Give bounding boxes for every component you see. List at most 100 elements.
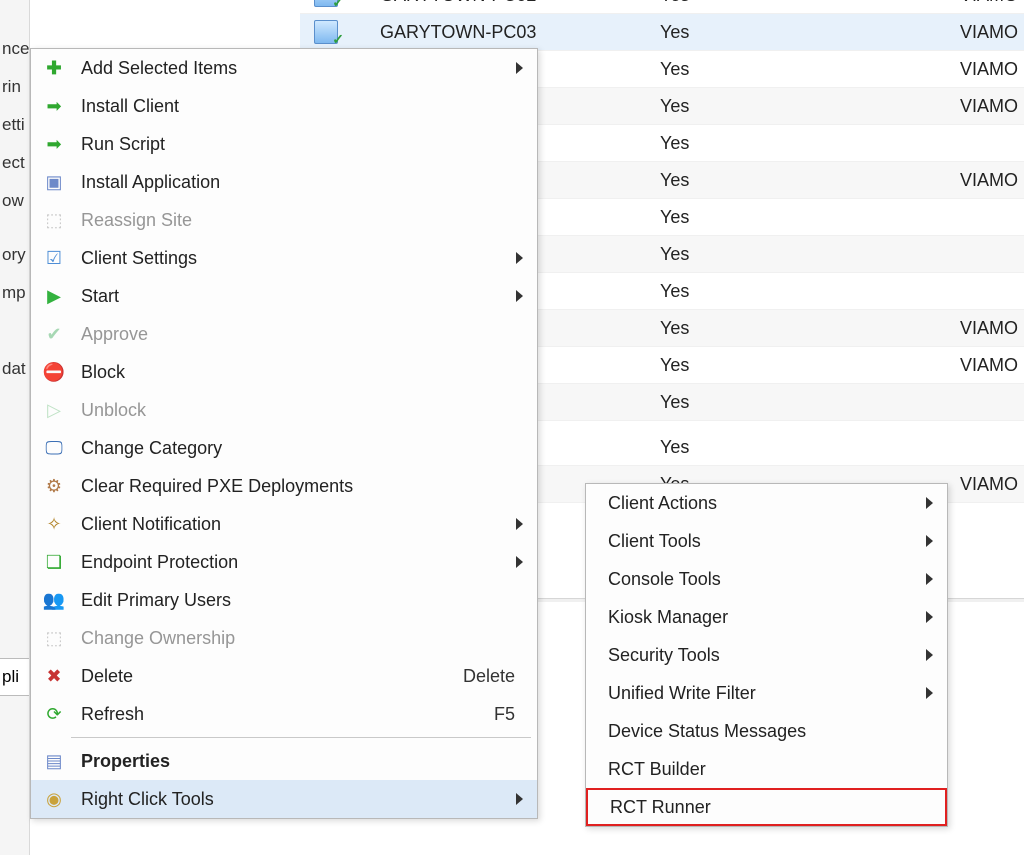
menu-item-right-click-tools[interactable]: ◉ Right Click Tools bbox=[31, 780, 537, 818]
menu-item-label: Client Notification bbox=[81, 514, 516, 535]
menu-item-label: Unblock bbox=[81, 400, 523, 421]
reassign-icon: ⬚ bbox=[41, 207, 67, 233]
menu-item-label: Endpoint Protection bbox=[81, 552, 516, 573]
menu-item-label: Change Category bbox=[81, 438, 523, 459]
menu-item-approve: ✔Approve bbox=[31, 315, 537, 353]
tree-item[interactable]: ect bbox=[0, 144, 29, 182]
shield-icon: ❏ bbox=[41, 549, 67, 575]
prop-icon: ▤ bbox=[41, 748, 67, 774]
context-menu[interactable]: ✚ Add Selected Items ➡ Install Client ➡Run S… bbox=[30, 48, 538, 819]
tree-item[interactable] bbox=[0, 312, 29, 350]
device-user: VIAMO bbox=[960, 22, 1024, 43]
pxe-icon: ⚙ bbox=[41, 473, 67, 499]
device-client: Yes bbox=[660, 392, 960, 413]
menu-item-label: Start bbox=[81, 286, 516, 307]
tree-item[interactable]: ow bbox=[0, 182, 29, 220]
menu-item-run-script[interactable]: ➡Run Script bbox=[31, 125, 537, 163]
device-client: Yes bbox=[660, 22, 960, 43]
menu-item-edit-primary-users[interactable]: 👥 Edit Primary Users bbox=[31, 581, 537, 619]
monitor-icon: 🖵 bbox=[41, 435, 67, 461]
tree-item-selected[interactable]: pli bbox=[0, 658, 29, 696]
tree-item[interactable]: mp bbox=[0, 274, 29, 312]
menu-item-endpoint-protection[interactable]: ❏ Endpoint Protection bbox=[31, 543, 537, 581]
menu-item-label: Install Client bbox=[81, 96, 523, 117]
submenu-item-security-tools[interactable]: Security Tools bbox=[586, 636, 947, 674]
menu-item-change-category[interactable]: 🖵 Change Category bbox=[31, 429, 537, 467]
chevron-right-icon bbox=[926, 611, 933, 623]
submenu-item-client-actions[interactable]: Client Actions bbox=[586, 484, 947, 522]
menu-item-refresh[interactable]: ⟳RefreshF5 bbox=[31, 695, 537, 733]
device-client: Yes bbox=[660, 355, 960, 376]
submenu-item-client-tools[interactable]: Client Tools bbox=[586, 522, 947, 560]
device-client: Yes bbox=[660, 96, 960, 117]
tree-item[interactable]: rin bbox=[0, 68, 29, 106]
arrow-icon: ➡ bbox=[41, 93, 67, 119]
chevron-right-icon bbox=[516, 793, 523, 805]
menu-item-start[interactable]: ▶Start bbox=[31, 277, 537, 315]
menu-item-label: Edit Primary Users bbox=[81, 590, 523, 611]
submenu-item-kiosk-manager[interactable]: Kiosk Manager bbox=[586, 598, 947, 636]
menu-separator bbox=[71, 737, 531, 738]
device-client: Yes bbox=[660, 133, 960, 154]
menu-item-label: Install Application bbox=[81, 172, 523, 193]
tree-item[interactable]: etti bbox=[0, 106, 29, 144]
menu-item-label: Block bbox=[81, 362, 523, 383]
device-user: VIAMO bbox=[960, 318, 1024, 339]
menu-item-label: Add Selected Items bbox=[81, 58, 516, 79]
tree-item[interactable]: ory bbox=[0, 236, 29, 274]
device-client: Yes bbox=[660, 207, 960, 228]
submenu-item-label: Unified Write Filter bbox=[608, 683, 926, 704]
menu-item-delete[interactable]: ✖DeleteDelete bbox=[31, 657, 537, 695]
device-user: VIAMO bbox=[960, 0, 1024, 6]
unblock-icon: ▷ bbox=[41, 397, 67, 423]
menu-item-client-notification[interactable]: ✧ Client Notification bbox=[31, 505, 537, 543]
submenu-item-console-tools[interactable]: Console Tools bbox=[586, 560, 947, 598]
menu-item-clear-required-pxe-deployments[interactable]: ⚙Clear Required PXE Deployments bbox=[31, 467, 537, 505]
device-client: Yes bbox=[660, 281, 960, 302]
menu-shortcut: F5 bbox=[494, 704, 515, 725]
submenu-item-label: RCT Runner bbox=[610, 797, 931, 818]
menu-item-label: Reassign Site bbox=[81, 210, 523, 231]
bell-icon: ✧ bbox=[41, 511, 67, 537]
submenu-item-rct-builder[interactable]: RCT Builder bbox=[586, 750, 947, 788]
chevron-right-icon bbox=[516, 518, 523, 530]
device-user: VIAMO bbox=[960, 59, 1024, 80]
menu-item-label: Change Ownership bbox=[81, 628, 523, 649]
menu-item-add-selected-items[interactable]: ✚ Add Selected Items bbox=[31, 49, 537, 87]
menu-item-label: Delete bbox=[81, 666, 463, 687]
tree-item[interactable]: dat bbox=[0, 350, 29, 388]
rct-icon: ◉ bbox=[41, 786, 67, 812]
device-client: Yes bbox=[660, 0, 960, 6]
device-icon bbox=[314, 0, 338, 7]
menu-item-label: Right Click Tools bbox=[81, 789, 516, 810]
app-icon: ▣ bbox=[41, 169, 67, 195]
device-row[interactable]: GARYTOWN-PC02YesVIAMO bbox=[300, 0, 1024, 14]
chevron-right-icon bbox=[516, 290, 523, 302]
menu-item-install-application[interactable]: ▣ Install Application bbox=[31, 163, 537, 201]
device-row[interactable]: GARYTOWN-PC03YesVIAMO bbox=[300, 14, 1024, 51]
sidebar-tree[interactable]: nce rin etti ect ow ory mp dat pli bbox=[0, 0, 30, 855]
submenu-item-device-status-messages[interactable]: Device Status Messages bbox=[586, 712, 947, 750]
submenu-item-label: Security Tools bbox=[608, 645, 926, 666]
menu-item-change-ownership: ⬚Change Ownership bbox=[31, 619, 537, 657]
menu-item-install-client[interactable]: ➡ Install Client bbox=[31, 87, 537, 125]
device-client: Yes bbox=[660, 318, 960, 339]
menu-item-label: Properties bbox=[81, 751, 523, 772]
menu-item-label: Approve bbox=[81, 324, 523, 345]
submenu-item-rct-runner[interactable]: RCT Runner bbox=[586, 788, 947, 826]
submenu-item-label: Client Actions bbox=[608, 493, 926, 514]
users-icon: 👥 bbox=[41, 587, 67, 613]
menu-item-block[interactable]: ⛔Block bbox=[31, 353, 537, 391]
submenu-item-label: Console Tools bbox=[608, 569, 926, 590]
context-submenu[interactable]: Client Actions Client Tools Console Tools K… bbox=[585, 483, 948, 827]
chevron-right-icon bbox=[926, 497, 933, 509]
submenu-item-label: Device Status Messages bbox=[608, 721, 933, 742]
chevron-right-icon bbox=[926, 573, 933, 585]
tree-item[interactable]: nce bbox=[0, 30, 29, 68]
device-user: VIAMO bbox=[960, 474, 1024, 495]
menu-item-label: Refresh bbox=[81, 704, 494, 725]
submenu-item-unified-write-filter[interactable]: Unified Write Filter bbox=[586, 674, 947, 712]
plus-icon: ✚ bbox=[41, 55, 67, 81]
menu-item-client-settings[interactable]: ☑Client Settings bbox=[31, 239, 537, 277]
menu-item-properties[interactable]: ▤ Properties bbox=[31, 742, 537, 780]
